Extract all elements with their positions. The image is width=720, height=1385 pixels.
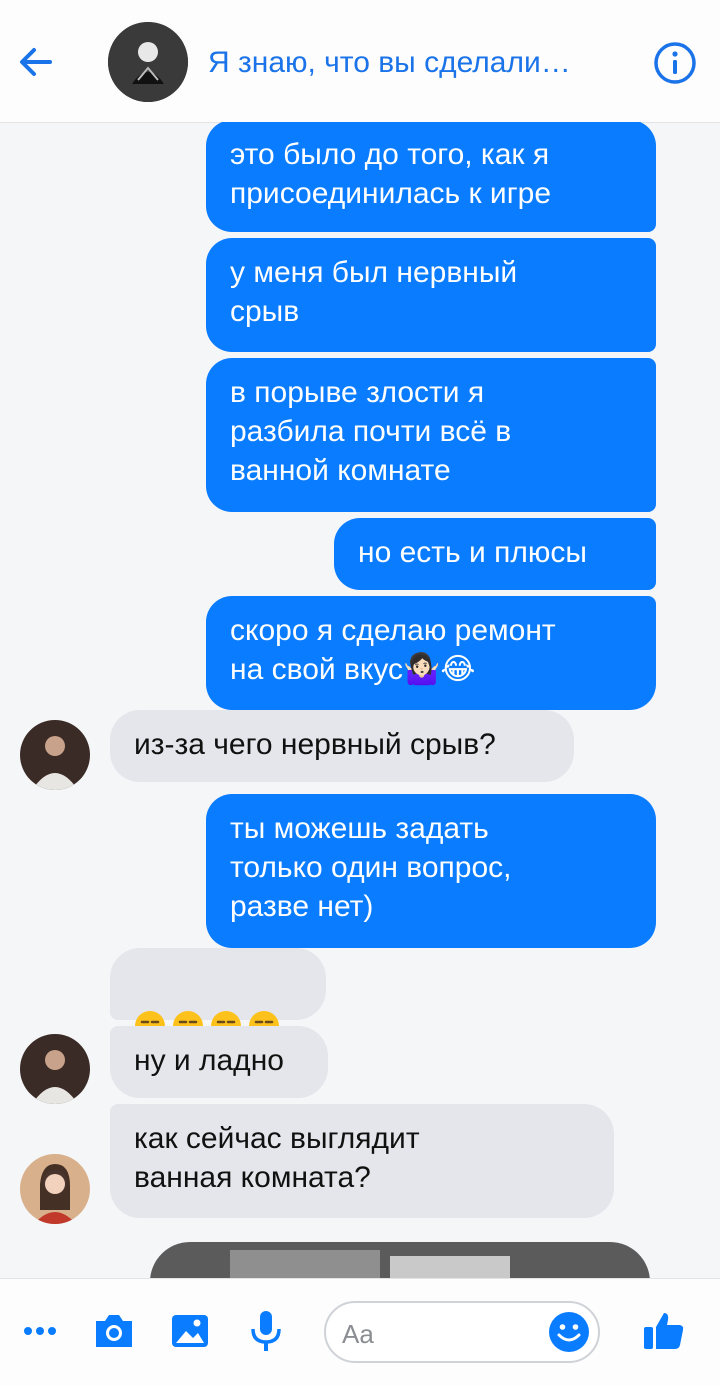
microphone-icon: [251, 1311, 281, 1351]
like-button[interactable]: [640, 1307, 688, 1355]
camera-icon: [96, 1315, 132, 1347]
more-icon: [24, 1327, 56, 1335]
info-button[interactable]: [652, 40, 698, 86]
thumbs-up-icon: [644, 1313, 684, 1349]
message-bubble-outgoing[interactable]: в порыве злости я разбила почти всё в ва…: [206, 358, 656, 512]
sender-avatar[interactable]: [20, 1154, 90, 1224]
message-bubble-outgoing[interactable]: скоро я сделаю ремонт на свой вкус🤷🏻‍♀️😂: [206, 596, 656, 710]
image-attachment-content: [230, 1250, 380, 1278]
message-bubble-incoming[interactable]: как сейчас выглядит ванная комната?: [110, 1104, 614, 1218]
chat-title[interactable]: Я знаю, что вы сделали…: [208, 46, 618, 80]
message-bubble-incoming[interactable]: [110, 948, 326, 1042]
emoji-icon: [549, 1312, 589, 1352]
sender-avatar[interactable]: [20, 1034, 90, 1104]
back-button[interactable]: [14, 40, 58, 84]
image-attachment[interactable]: [150, 1242, 650, 1278]
image-icon: [172, 1315, 208, 1347]
message-bubble-outgoing[interactable]: это было до того, как я присоединилась к…: [206, 122, 656, 232]
message-bubble-incoming[interactable]: из-за чего нервный срыв?: [110, 710, 574, 782]
message-input[interactable]: [340, 1315, 544, 1353]
gallery-button[interactable]: [166, 1307, 214, 1355]
microphone-button[interactable]: [242, 1307, 290, 1355]
sender-avatar[interactable]: [20, 720, 90, 790]
composer-bar: [0, 1278, 720, 1385]
message-input-box[interactable]: [324, 1301, 600, 1363]
camera-button[interactable]: [90, 1307, 138, 1355]
info-icon: [654, 42, 696, 84]
chat-header: Я знаю, что вы сделали…: [0, 0, 720, 123]
message-bubble-incoming[interactable]: ну и ладно: [110, 1026, 328, 1098]
chat-avatar[interactable]: [108, 22, 188, 102]
image-attachment-content: [390, 1256, 510, 1278]
more-button[interactable]: [16, 1307, 64, 1355]
message-bubble-outgoing[interactable]: у меня был нервный срыв: [206, 238, 656, 352]
message-thread[interactable]: это было до того, как я присоединилась к…: [0, 122, 720, 1278]
arrow-left-icon: [20, 48, 52, 76]
emoji-button[interactable]: [548, 1311, 590, 1353]
message-bubble-outgoing[interactable]: ты можешь задать только один вопрос, раз…: [206, 794, 656, 948]
message-bubble-outgoing[interactable]: но есть и плюсы: [334, 518, 656, 590]
